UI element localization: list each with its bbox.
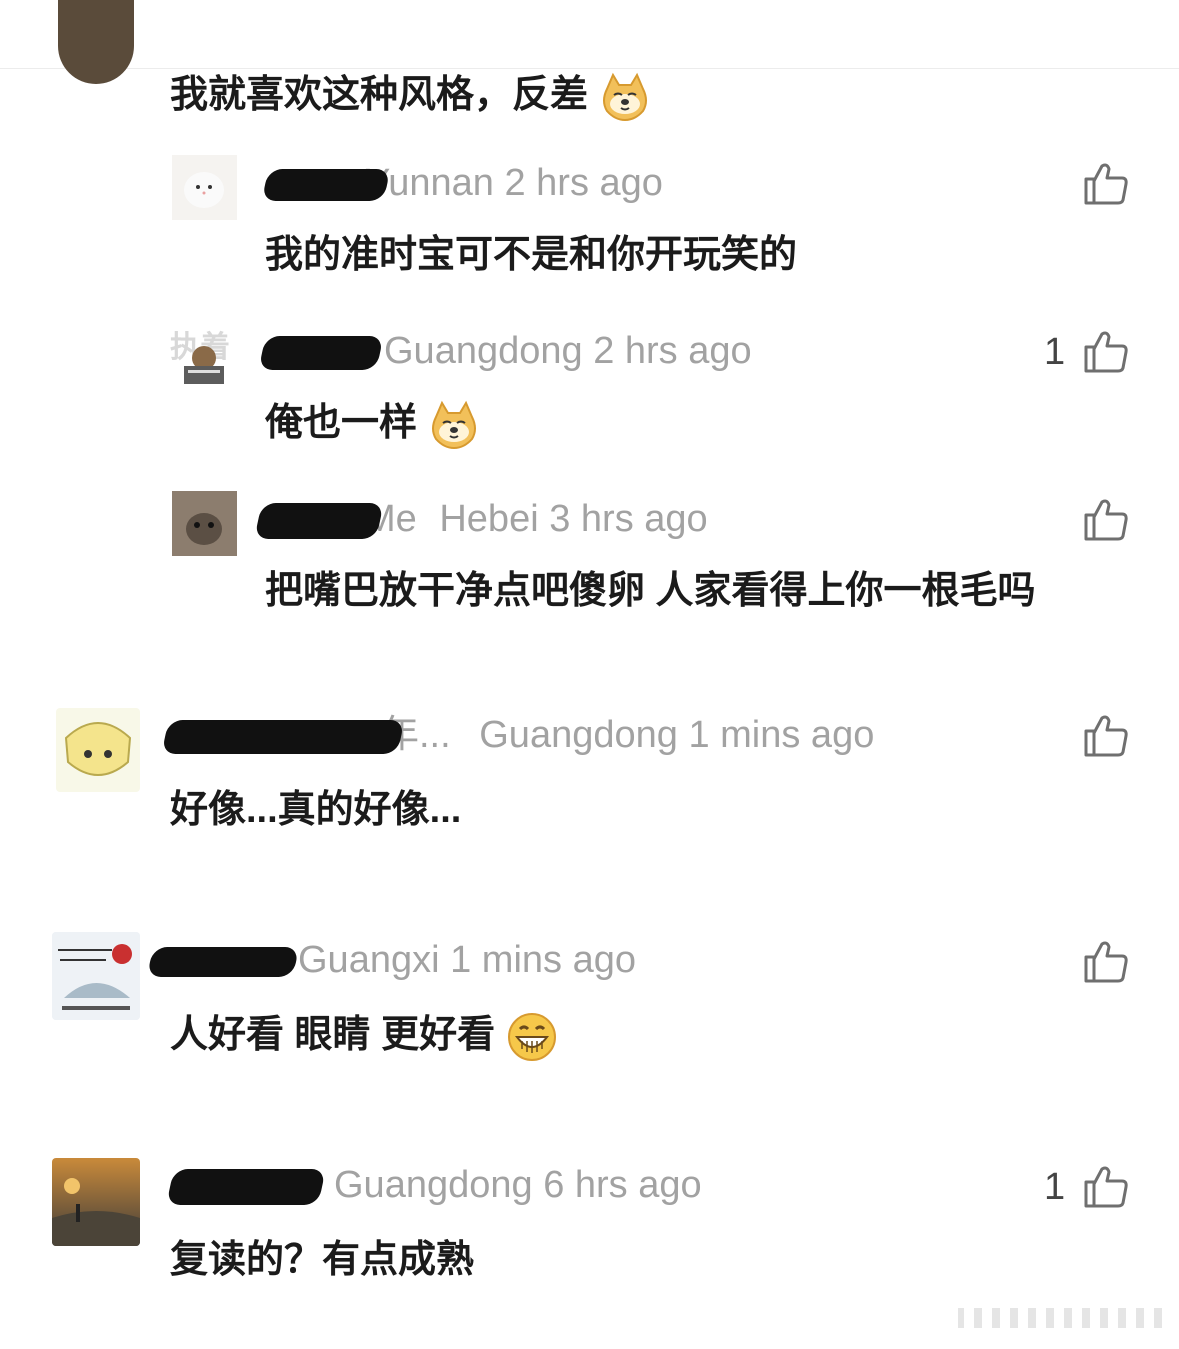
top-comment-text-content: 我就喜欢这种风格，反差 — [170, 74, 589, 116]
comment-location: Guangxi — [298, 939, 440, 981]
doge-emoji-icon — [431, 400, 476, 449]
top-header-strip — [0, 0, 1179, 69]
redacted-username — [254, 502, 384, 539]
grin-emoji-icon — [507, 1012, 556, 1061]
redacted-username — [146, 946, 300, 977]
redacted-username — [258, 335, 384, 370]
reply-text: 俺也一样 — [265, 398, 480, 451]
thumbs-up-icon[interactable] — [1083, 1163, 1129, 1209]
comment-avatar[interactable] — [52, 932, 140, 1020]
redacted-username — [261, 168, 391, 201]
comment-time: 1 mins ago — [450, 939, 636, 981]
reply-text-content: 俺也一样 — [265, 402, 418, 444]
reply-text: 把嘴巴放干净点吧傻卵 人家看得上你一根毛吗 — [265, 570, 1036, 612]
doge-emoji-icon — [602, 72, 647, 121]
comment-text: 好像...真的好像... — [170, 789, 462, 831]
reply-meta: Me Hebei 3 hrs ago — [254, 494, 708, 544]
comment-location: Guangdong — [334, 1164, 533, 1206]
thumbs-up-icon[interactable] — [1083, 712, 1129, 758]
reply-avatar[interactable]: 执着 — [170, 322, 238, 390]
redacted-username — [161, 719, 405, 754]
reply-time: 3 hrs ago — [549, 498, 708, 540]
comment-meta: Guangxi 1 mins ago — [146, 935, 636, 985]
comment-location: Guangdong — [479, 714, 678, 756]
reply-time: 2 hrs ago — [593, 330, 752, 372]
like-count: 1 — [1044, 1166, 1066, 1208]
watermark-bars — [958, 1306, 1170, 1330]
reply-meta: Guangdong 2 hrs ago — [258, 326, 752, 376]
redacted-username — [166, 1168, 326, 1205]
comment-text-content: 人好看 眼睛 更好看 — [170, 1014, 496, 1056]
comment-text: 人好看 眼睛 更好看 — [170, 1010, 558, 1063]
thumbs-up-icon[interactable] — [1083, 496, 1129, 542]
reply-avatar[interactable] — [172, 155, 237, 220]
comment-avatar[interactable] — [52, 1158, 140, 1246]
top-comment-text: 我就喜欢这种风格，反差 — [170, 70, 651, 123]
reply-text: 我的准时宝可不是和你开玩笑的 — [265, 234, 798, 276]
reply-avatar[interactable] — [172, 491, 237, 556]
comment-text: 复读的？有点成熟 — [170, 1239, 475, 1281]
comment-time: 1 mins ago — [688, 714, 875, 756]
comment-meta: Guangdong 6 hrs ago — [166, 1160, 702, 1210]
comment-thread-screen: 我就喜欢这种风格，反差 Yunnan 2 hrs ago 我的准时宝可不是和你开… — [0, 0, 1179, 1349]
comment-avatar[interactable] — [56, 708, 140, 792]
thumbs-up-icon[interactable] — [1083, 938, 1129, 984]
thumbs-up-icon[interactable] — [1083, 328, 1129, 374]
thumbs-up-icon[interactable] — [1083, 160, 1129, 206]
top-comment-avatar[interactable] — [58, 0, 134, 84]
comment-meta: 年... Guangdong 1 mins ago — [161, 710, 875, 760]
reply-location: Hebei — [439, 498, 539, 540]
like-count: 1 — [1044, 331, 1066, 373]
reply-location: Guangdong — [384, 330, 583, 372]
reply-time: 2 hrs ago — [504, 162, 663, 204]
comment-time: 6 hrs ago — [543, 1164, 702, 1206]
reply-meta: Yunnan 2 hrs ago — [261, 158, 663, 208]
